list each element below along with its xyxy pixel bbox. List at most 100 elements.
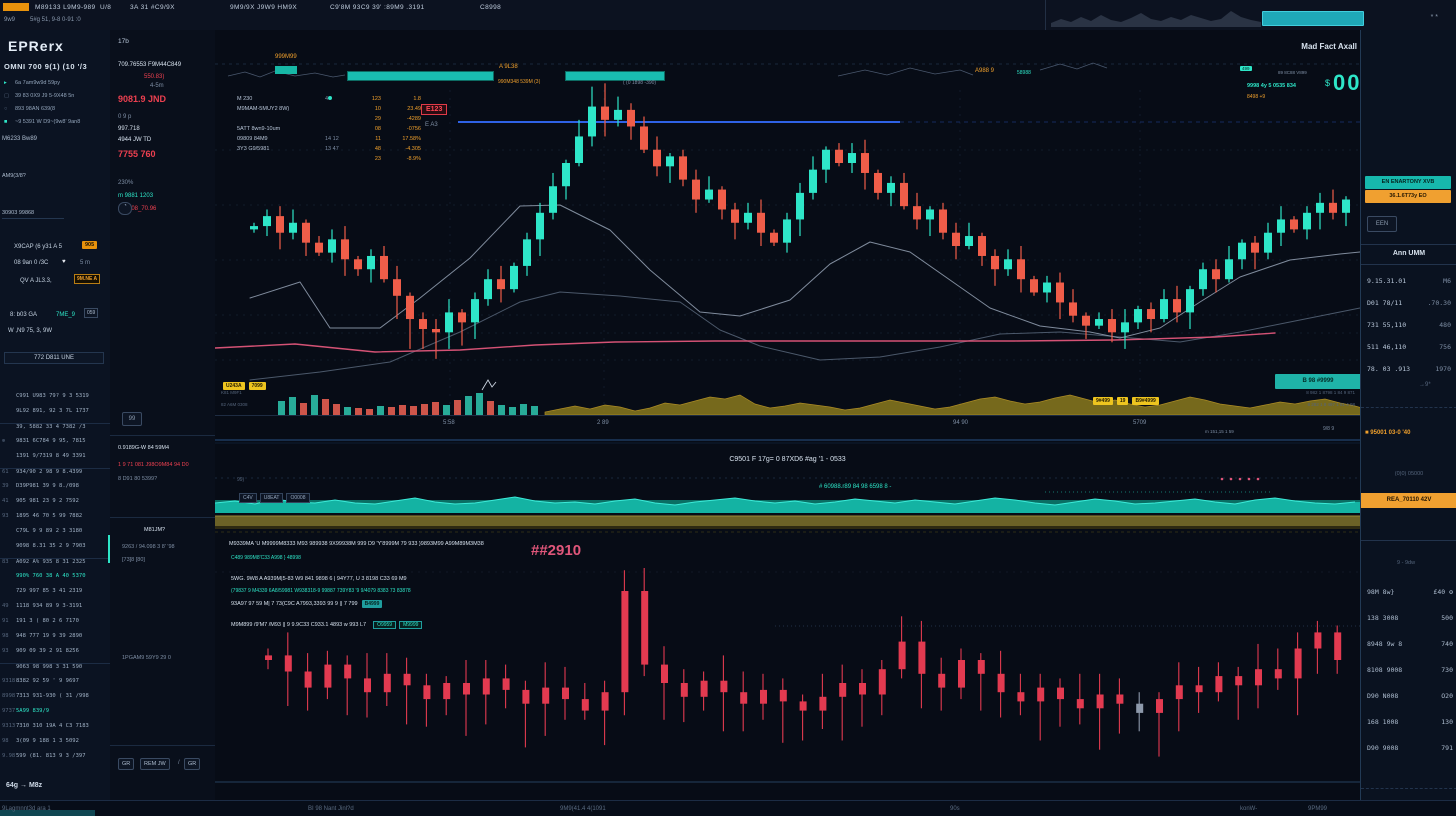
table-row[interactable]: 990% 760 38 A 40 5370 [0,573,110,588]
menu-item[interactable]: M89133 L9M9-989 [35,4,96,11]
table-row[interactable]: 91191 3 ( 80 2 6 7170 [0,618,110,633]
highlighted-order-row[interactable]: REA_70110 42V [1361,493,1456,508]
strip-tab[interactable]: U8EAT [260,493,284,503]
clock-icon[interactable]: ◔ [118,202,132,215]
menu-item[interactable]: C9'8M 93C9 39' :89M9 .3191 [330,4,425,11]
table-row[interactable]: 83A092 A% 935 8 31 2325 [0,558,110,574]
table-row[interactable]: 491118 934 89 9 3-3191 [0,603,110,618]
panel-button[interactable]: GR [118,758,134,770]
table-row[interactable]: 61934/90 2 98 9 8.4399 [0,468,110,484]
menu-item[interactable]: C8998 [480,4,501,11]
orange-order-row[interactable]: ■ 95001 03-0 '40 [1365,430,1410,436]
quote-row-5[interactable]: W ,N9 75, 3, 9W [8,328,52,334]
lower-badge[interactable]: M9999 [399,621,422,629]
orderbook-level-row[interactable]: D01 78/11.70.30 [1367,299,1451,307]
quote-row-2-value: 5 m [80,260,90,266]
quote-row-2[interactable]: 08 9an 0 /3C [14,260,48,266]
quote-row-3[interactable]: QV A JL3.3, [20,278,52,284]
volume-badges-left: U243A 7099 [223,374,270,392]
lower-badges: O9959M9999 [370,622,422,628]
table-row[interactable]: 41905 981 23 9 2 7592 [0,498,110,513]
panel-button[interactable]: REM JW [140,758,170,770]
ladder-row[interactable]: 138 3008500 [1367,614,1453,622]
badge-icon[interactable]: 99 [122,412,142,426]
quote-row-4[interactable]: 8: b03 GA [10,312,37,318]
strip-tab[interactable]: C4V [239,493,257,503]
menu-item[interactable]: 9M9/9X J9W9 HM9X [230,4,297,11]
table-row[interactable]: 9063 98 998 3 31 590 [0,663,110,679]
orderbook-level-row[interactable]: 731 55,110480 [1367,321,1451,329]
table-row[interactable]: 9.98599 (81. 813 9 3 /397 [0,753,110,768]
mini-box-button[interactable]: EEN [1367,216,1397,232]
detail-note: 9263 / 94.098 3 8' '98 [122,544,175,550]
table-row[interactable]: 1391 9/7319 8 49 3391 [0,453,110,468]
table-row[interactable]: 39D39P981 39 9 8./098 [0,483,110,498]
teal-indicator-bar[interactable] [1262,11,1364,26]
ladder-row[interactable]: 98M 8w}£40 ⚙ [1367,588,1453,596]
table-row[interactable]: 931895 46 70 5 99 7882 [0,513,110,528]
orderbook-level-row[interactable]: 511 46,110756 [1367,343,1451,351]
chart-area[interactable]: 999M99 A 9L38 990M348 539M (3| A988 9 58… [215,30,1360,800]
level-cell: 9.15.31.01 [1367,277,1406,285]
table-row[interactable]: 9L92 891, 92 3 7L 1737 [0,408,110,423]
alert-badge[interactable]: E123 [421,104,447,115]
window-dots[interactable]: * * [1431,14,1438,21]
quote-badge: 905 [82,241,97,249]
table-row[interactable]: ⊕9831 6C784 9 95, 7815 [0,438,110,453]
strip-tab[interactable]: O0008 [286,493,309,503]
strip-mini-label: 99) [237,477,244,483]
volume-badge[interactable]: B9#4999 [1132,397,1158,405]
volume-badge[interactable]: U243A [223,382,245,390]
detail-note: 1 9 71 081 J98O9M84 94 D0 [118,462,189,468]
ladder-row[interactable]: 8108 9008730 [1367,666,1453,674]
legend-row: 3Y3 G9/598113 4748-4.305 [237,144,421,154]
volume-badge[interactable]: 7099 [249,382,266,390]
indicator-legend: M 23041231.8M9MAM-5MUY2 8W)1023.4929-428… [237,94,421,164]
table-row[interactable]: 98948 777 19 9 39 2890 [0,633,110,648]
table-row[interactable]: C991 U983 79? 9 3 5319 [0,393,110,408]
row-tag: 98 [2,633,9,639]
x-axis-label: 5709 [1133,420,1146,426]
sidebar-menu-item[interactable]: ■~9 5391 W D9~(9w8' 9an8 [4,119,80,130]
row-tag: ⊕ [2,438,5,444]
table-row[interactable]: 9098 8.31 35 2 9 7903 [0,543,110,558]
buy-button[interactable]: EN ENARTONY XVB [1365,176,1451,189]
orderbook-level-row[interactable]: 9.15.31.01M6 [1367,277,1451,285]
ladder-row[interactable]: D90 9008791 [1367,744,1453,752]
sidebar-menu-item[interactable]: ▸6a 7am9w9d 59py [4,80,60,91]
table-row[interactable]: C79L 9 9 89 2 3 3180 [0,528,110,543]
volume-badge[interactable]: 19 [1117,397,1129,405]
price-sub: 8498 +9 [1247,94,1265,100]
ladder-row[interactable]: D90 N008O20 [1367,692,1453,700]
lower-badge-1[interactable]: B4999 [362,600,383,608]
ladder-row[interactable]: 8948 9w 8740 [1367,640,1453,648]
ladder-cell: D90 N008 [1367,692,1398,700]
lower-badge[interactable]: O9959 [373,621,396,629]
symbol-subtitle: OMNI 700 9(1) (10 '/3 [4,62,87,71]
table-row[interactable]: 983(09 9 188 1 3 5092 [0,738,110,753]
table-row[interactable]: 39, 5882 33 4 7382 /3 [0,423,110,439]
chart-action-button[interactable]: B 98 #9999 [1275,374,1361,389]
menu-item[interactable]: 3A 31 #C9/9X [130,4,175,11]
table-row[interactable]: 93909 09 39 2 91 8256 [0,648,110,663]
panel-button[interactable]: GR [184,758,200,770]
detail-tab[interactable]: 17b [118,38,129,45]
table-row[interactable]: 93137310 310 19A 4 C3 7183 [0,723,110,738]
lower-text-5: 93A97 97 59 M| 7 73(C9C A7993,3393 99 9 … [231,601,358,607]
table-header[interactable]: 772 D811 UNE [4,352,104,364]
orderbook-level-row[interactable]: 78. 03 .9131970 [1367,365,1451,373]
quote-row-1[interactable]: X9CAP (6 y31 A 5 [14,244,62,250]
table-row[interactable]: 89987313 931-930 ( 31 /998 [0,693,110,708]
table-row[interactable]: 97375A99 839/9 [0,708,110,723]
chart-corner-label: 999M99 [275,54,297,60]
menu-item[interactable]: U/8 [100,4,111,11]
sidebar-menu-item[interactable]: ▢39 83 0X9 J9 5-9X48 5n [4,93,74,104]
sidebar-menu-item[interactable]: ○893 98AN 639(8 [4,106,55,117]
table-row[interactable]: 729 997 85 3 41 2319 [0,588,110,603]
table-row[interactable]: 93188382 92 59 ' 9 9697 [0,678,110,693]
legend-cell: 29 [355,116,381,122]
ladder-cell: 98M 8w} [1367,588,1394,596]
volume-badge[interactable]: 9#499 [1093,397,1113,405]
sell-button[interactable]: 36.1.6T73y EO [1365,190,1451,203]
ladder-row[interactable]: 168 1008130 [1367,718,1453,726]
